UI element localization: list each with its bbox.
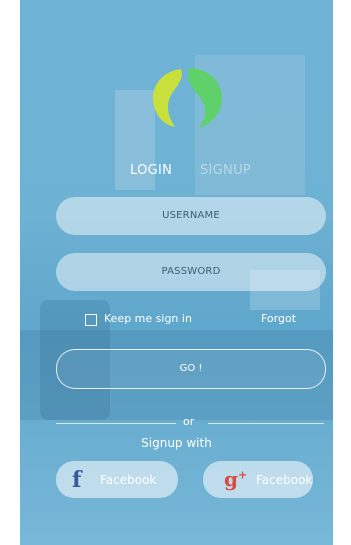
go-button[interactable]: GO ! [56, 349, 326, 389]
password-input[interactable]: PASSWORD [56, 253, 326, 291]
forgot-link[interactable]: Forgot [261, 312, 296, 325]
tab-signup[interactable]: SIGNUP [200, 163, 251, 178]
login-panel: LOGIN SIGNUP USERNAME PASSWORD Keep me s… [20, 0, 333, 545]
google-plus-button[interactable]: g+ Facebook [203, 461, 313, 498]
facebook-icon: f [72, 467, 82, 493]
username-input[interactable]: USERNAME [56, 197, 326, 235]
google-plus-button-label: Facebook [256, 473, 313, 487]
or-label: or [183, 415, 195, 428]
divider-right [208, 423, 324, 424]
keep-signed-in-label[interactable]: Keep me sign in [104, 312, 192, 325]
signup-with-label: Signup with [141, 436, 212, 450]
keep-signed-in-checkbox[interactable] [85, 314, 97, 326]
divider-left [56, 423, 176, 424]
tab-login[interactable]: LOGIN [130, 163, 172, 178]
google-plus-icon: g+ [224, 467, 248, 491]
app-logo-icon [152, 68, 222, 128]
facebook-button[interactable]: f Facebook [56, 461, 178, 498]
facebook-button-label: Facebook [100, 473, 157, 487]
